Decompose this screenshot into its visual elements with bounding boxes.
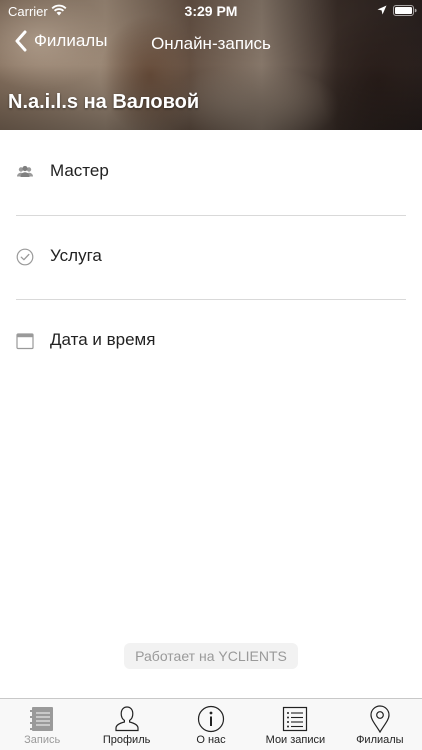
tab-about[interactable]: О нас [169,699,253,750]
menu-row-label: Услуга [50,245,102,265]
tab-bar: Запись Профиль О нас Мои записи Филиалы [0,698,422,750]
tab-label: О нас [196,734,226,746]
menu-row-label: Дата и время [50,330,156,349]
navigation-bar: Филиалы Онлайн-запись [0,26,422,60]
tab-branches[interactable]: Филиалы [338,699,422,750]
list-icon [283,706,308,732]
powered-by-badge[interactable]: Работает на YCLIENTS [124,643,298,669]
menu-row-service[interactable]: Услуга [0,214,422,300]
clock: 3:29 PM [184,3,238,19]
branch-name: N.a.i.l.s на Валовой [8,91,200,113]
location-arrow-icon [377,5,387,15]
status-bar: Carrier 3:29 PM [0,0,422,22]
info-icon [197,705,225,733]
menu-row-date-time[interactable]: Дата и время [0,299,422,384]
tab-booking[interactable]: Запись [0,699,84,750]
tab-label: Запись [24,734,61,746]
person-icon [115,706,139,732]
tab-label: Профиль [102,734,151,746]
tab-my-bookings[interactable]: Мои записи [253,699,337,750]
check-circle-icon [16,248,34,265]
menu-row-label: Мастер [50,161,109,180]
map-pin-icon [370,705,390,734]
menu-row-master[interactable]: Мастер [0,130,422,215]
battery-icon [393,5,417,16]
notebook-icon [30,707,54,731]
page-title: Онлайн-запись [151,34,271,53]
people-icon [17,165,33,177]
booking-options-list: Мастер Услуга Дата и время [0,130,422,384]
tab-profile[interactable]: Профиль [84,699,168,750]
tab-label: Филиалы [356,734,404,746]
calendar-icon [16,333,34,350]
tab-label: Мои записи [265,734,326,746]
